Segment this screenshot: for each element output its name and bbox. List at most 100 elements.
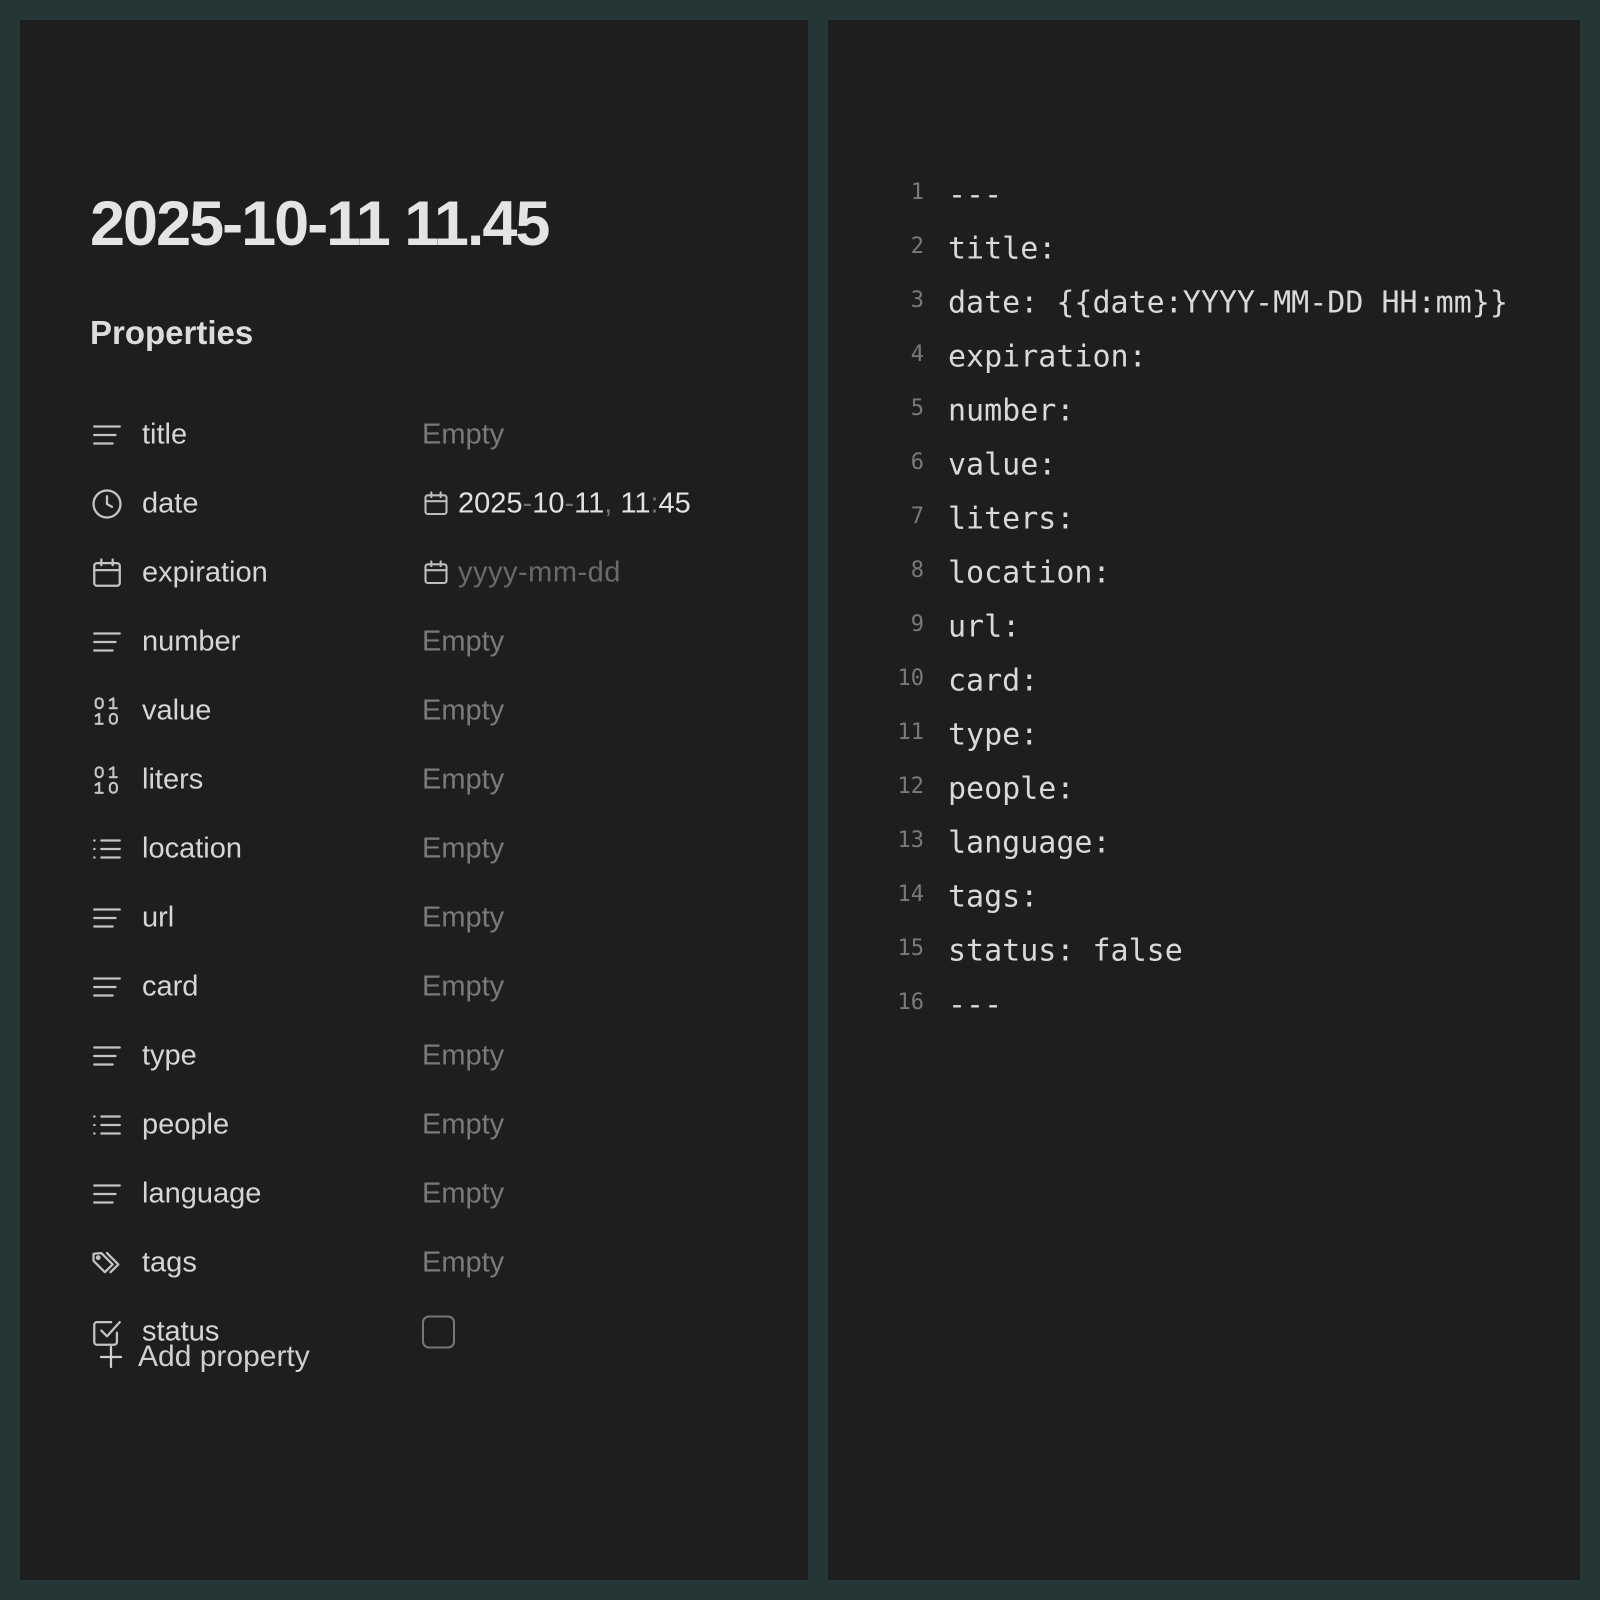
property-value[interactable]: Empty <box>422 1177 504 1210</box>
property-row-language[interactable]: language Empty <box>20 1159 808 1228</box>
text-lines-icon[interactable] <box>90 970 124 1004</box>
line-text[interactable]: date: {{date:YYYY-MM-DD HH:mm}} <box>948 286 1508 321</box>
line-text[interactable]: number: <box>948 394 1074 429</box>
binary-number-icon[interactable] <box>90 763 124 797</box>
property-value-checkbox[interactable] <box>422 1315 455 1348</box>
property-value-date[interactable]: yyyy-mm-dd <box>422 556 621 589</box>
text-lines-icon[interactable] <box>90 1039 124 1073</box>
line-text[interactable]: title: <box>948 232 1056 267</box>
line-text[interactable]: people: <box>948 772 1074 807</box>
properties-heading[interactable]: Properties <box>90 314 253 352</box>
property-row-date[interactable]: date 2025-10-11, 11:45 <box>20 469 808 538</box>
code-line[interactable]: 16 --- <box>828 978 1580 1032</box>
status-checkbox[interactable] <box>422 1315 455 1348</box>
line-text[interactable]: value: <box>948 448 1056 483</box>
property-row-liters[interactable]: liters Empty <box>20 745 808 814</box>
property-key[interactable]: language <box>142 1177 261 1210</box>
property-key[interactable]: people <box>142 1108 229 1141</box>
binary-number-icon[interactable] <box>90 694 124 728</box>
property-key[interactable]: type <box>142 1039 197 1072</box>
text-lines-icon[interactable] <box>90 1177 124 1211</box>
property-value[interactable]: Empty <box>422 1039 504 1072</box>
property-row-type[interactable]: type Empty <box>20 1021 808 1090</box>
property-key[interactable]: card <box>142 970 198 1003</box>
property-row-title[interactable]: title Empty <box>20 400 808 469</box>
code-line[interactable]: 10 card: <box>828 654 1580 708</box>
datetime-part: - <box>564 487 575 519</box>
property-value[interactable]: Empty <box>422 970 504 1003</box>
text-lines-icon[interactable] <box>90 418 124 452</box>
line-text[interactable]: language: <box>948 826 1111 861</box>
code-line[interactable]: 3 date: {{date:YYYY-MM-DD HH:mm}} <box>828 276 1580 330</box>
code-line[interactable]: 14 tags: <box>828 870 1580 924</box>
line-text[interactable]: status: false <box>948 934 1183 969</box>
code-line[interactable]: 5 number: <box>828 384 1580 438</box>
code-line[interactable]: 4 expiration: <box>828 330 1580 384</box>
code-line[interactable]: 2 title: <box>828 222 1580 276</box>
code-line[interactable]: 13 language: <box>828 816 1580 870</box>
line-text[interactable]: --- <box>948 178 1002 213</box>
datetime-part: 11 <box>612 487 651 519</box>
line-text[interactable]: expiration: <box>948 340 1147 375</box>
line-text[interactable]: card: <box>948 664 1038 699</box>
note-title[interactable]: 2025-10-11 11.45 <box>90 188 550 260</box>
line-number: 8 <box>910 558 924 583</box>
property-value[interactable]: Empty <box>422 832 504 865</box>
property-key[interactable]: number <box>142 625 240 658</box>
property-key[interactable]: liters <box>142 763 203 796</box>
line-text[interactable]: --- <box>948 988 1002 1023</box>
property-value[interactable]: Empty <box>422 625 504 658</box>
property-row-tags[interactable]: tags Empty <box>20 1228 808 1297</box>
code-line[interactable]: 12 people: <box>828 762 1580 816</box>
property-value[interactable]: Empty <box>422 901 504 934</box>
property-row-number[interactable]: number Empty <box>20 607 808 676</box>
code-line[interactable]: 6 value: <box>828 438 1580 492</box>
tags-icon[interactable] <box>90 1246 124 1280</box>
property-key[interactable]: expiration <box>142 556 268 589</box>
property-value[interactable]: Empty <box>422 1108 504 1141</box>
code-line[interactable]: 15 status: false <box>828 924 1580 978</box>
property-row-url[interactable]: url Empty <box>20 883 808 952</box>
datetime-part: 11 <box>574 487 605 519</box>
property-row-value[interactable]: value Empty <box>20 676 808 745</box>
add-property-button[interactable]: Add property <box>96 1340 310 1374</box>
source-pane[interactable]: 1 --- 2 title: 3 date: {{date:YYYY-MM-DD HH:m… <box>828 20 1580 1580</box>
property-value[interactable]: Empty <box>422 694 504 727</box>
list-icon[interactable] <box>90 832 124 866</box>
list-icon[interactable] <box>90 1108 124 1142</box>
calendar-icon <box>424 560 448 585</box>
property-row-location[interactable]: location Empty <box>20 814 808 883</box>
clock-icon[interactable] <box>90 487 124 521</box>
plus-icon <box>99 1345 123 1369</box>
line-text[interactable]: url: <box>948 610 1020 645</box>
property-key[interactable]: location <box>142 832 242 865</box>
property-key[interactable]: title <box>142 418 187 451</box>
property-value[interactable]: Empty <box>422 763 504 796</box>
line-number: 16 <box>897 990 925 1015</box>
line-text[interactable]: type: <box>948 718 1038 753</box>
line-text[interactable]: liters: <box>948 502 1074 537</box>
property-key[interactable]: url <box>142 901 174 934</box>
line-text[interactable]: tags: <box>948 880 1038 915</box>
property-key[interactable]: date <box>142 487 198 520</box>
code-line[interactable]: 11 type: <box>828 708 1580 762</box>
property-row-card[interactable]: card Empty <box>20 952 808 1021</box>
datetime-part: , <box>604 487 613 519</box>
code-line[interactable]: 1 --- <box>828 168 1580 222</box>
code-line[interactable]: 7 liters: <box>828 492 1580 546</box>
datetime-part: 10 <box>532 487 565 519</box>
property-row-people[interactable]: people Empty <box>20 1090 808 1159</box>
property-value[interactable]: Empty <box>422 1246 504 1279</box>
text-lines-icon[interactable] <box>90 901 124 935</box>
code-line[interactable]: 8 location: <box>828 546 1580 600</box>
property-value-datetime[interactable]: 2025-10-11, 11:45 <box>422 487 691 520</box>
calendar-icon[interactable] <box>90 556 124 590</box>
frontmatter-editor[interactable]: 1 --- 2 title: 3 date: {{date:YYYY-MM-DD HH:m… <box>828 168 1580 1032</box>
code-line[interactable]: 9 url: <box>828 600 1580 654</box>
text-lines-icon[interactable] <box>90 625 124 659</box>
property-row-expiration[interactable]: expiration yyyy-mm-dd <box>20 538 808 607</box>
property-key[interactable]: value <box>142 694 211 727</box>
property-value[interactable]: Empty <box>422 418 504 451</box>
line-text[interactable]: location: <box>948 556 1111 591</box>
property-key[interactable]: tags <box>142 1246 197 1279</box>
